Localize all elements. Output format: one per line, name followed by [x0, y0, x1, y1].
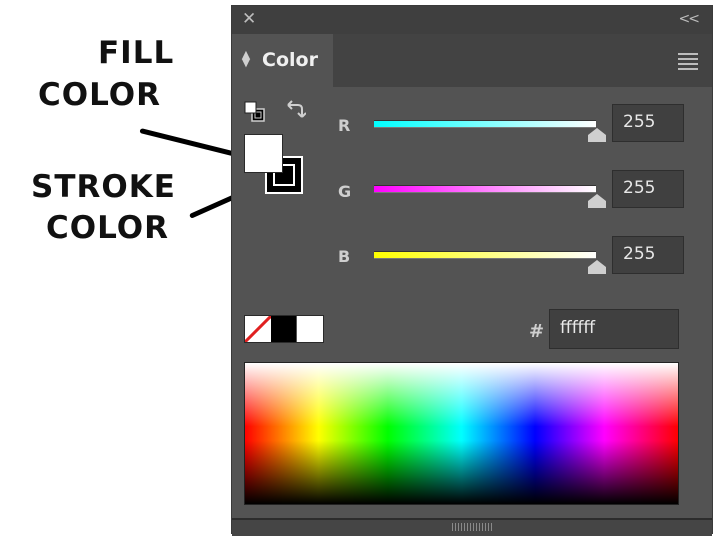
- tab-color[interactable]: ▲ ▼ Color: [232, 34, 333, 87]
- channel-g-value-field[interactable]: 255: [612, 170, 684, 208]
- up-down-arrows-icon[interactable]: ▲ ▼: [241, 49, 251, 68]
- channel-b-slider-track[interactable]: [374, 251, 596, 259]
- channel-b-slider-thumb[interactable]: [588, 260, 606, 274]
- channel-g-label: G: [338, 182, 352, 201]
- resize-grip-icon[interactable]: [452, 523, 492, 531]
- none-swatch[interactable]: [245, 316, 271, 342]
- black-swatch[interactable]: [270, 316, 297, 342]
- channel-r-label: R: [338, 116, 351, 135]
- stroke-color-label-line1: STROKE: [31, 169, 176, 205]
- hex-prefix-label: #: [529, 321, 545, 342]
- default-fill-stroke-icon[interactable]: [244, 101, 266, 123]
- tab-color-label: Color: [262, 49, 318, 71]
- quick-swatches: [244, 315, 324, 343]
- fill-color-label-line2: COLOR: [38, 77, 161, 113]
- channel-g-slider-track[interactable]: [374, 185, 596, 193]
- channel-g-slider-thumb[interactable]: [588, 194, 606, 208]
- swap-fill-stroke-icon[interactable]: [284, 99, 307, 126]
- color-panel: ✕ << ▲ ▼ Color R 255 G 255 B 255 # fffff…: [231, 5, 713, 536]
- channel-r-slider-thumb[interactable]: [588, 128, 606, 142]
- channel-b-label: B: [338, 247, 351, 266]
- panel-bottom-bar: [232, 518, 712, 536]
- fill-color-label-line1: FILL: [98, 35, 175, 71]
- channel-r-value-field[interactable]: 255: [612, 104, 684, 142]
- panel-titlebar: ✕ <<: [232, 6, 712, 34]
- color-spectrum[interactable]: [244, 362, 679, 505]
- white-swatch[interactable]: [296, 316, 324, 342]
- hamburger-menu-icon[interactable]: [678, 53, 698, 70]
- channel-r-slider-track[interactable]: [374, 120, 596, 128]
- channel-b-value-field[interactable]: 255: [612, 236, 684, 274]
- stroke-color-label-line2: COLOR: [46, 210, 169, 246]
- fill-color-swatch[interactable]: [244, 134, 283, 173]
- panel-tab-row: ▲ ▼ Color: [232, 34, 712, 87]
- collapse-icon[interactable]: <<: [679, 10, 701, 28]
- hex-value-field[interactable]: ffffff: [549, 309, 679, 349]
- close-icon[interactable]: ✕: [242, 9, 256, 29]
